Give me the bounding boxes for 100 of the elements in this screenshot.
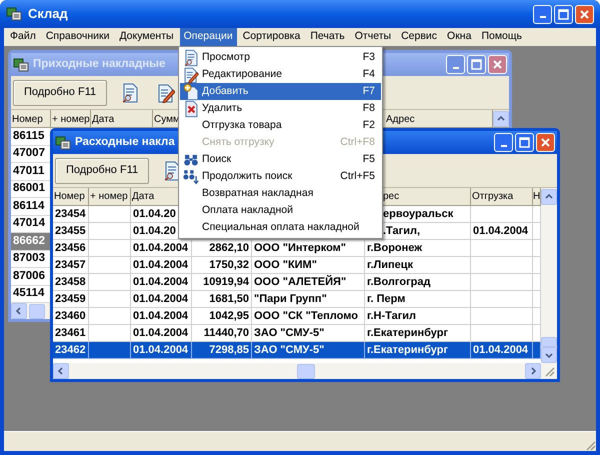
scroll-up-button[interactable] (493, 111, 509, 127)
table-cell[interactable]: 2862,10 (192, 240, 252, 257)
close-button[interactable] (488, 55, 507, 74)
table-cell[interactable] (89, 308, 131, 325)
table-cell[interactable]: 01.04.2004 (131, 257, 192, 274)
maximize-button[interactable] (515, 133, 534, 152)
minimize-button[interactable] (446, 55, 465, 74)
menu-item[interactable]: Файл (6, 28, 40, 46)
scroll-left-button[interactable] (53, 363, 69, 379)
table-cell[interactable] (89, 257, 131, 274)
scroll-thumb[interactable] (29, 304, 45, 318)
menu-item[interactable]: Добавить F7 (180, 83, 381, 100)
table-cell[interactable]: 23456 (53, 240, 89, 257)
table-cell[interactable]: 47014 (11, 216, 51, 233)
menu-item[interactable]: Окна (443, 28, 476, 46)
scroll-thumb[interactable] (297, 364, 315, 378)
table-cell[interactable]: 47007 (11, 146, 51, 163)
scroll-right-button[interactable] (525, 363, 541, 379)
table-cell[interactable]: 23454 (53, 206, 89, 223)
table-cell[interactable] (89, 206, 131, 223)
document-plus-icon (183, 83, 199, 100)
table-cell[interactable]: г.Воронеж (365, 240, 471, 257)
table-cell[interactable]: 47011 (11, 163, 51, 180)
table-cell[interactable]: 1681,50 (192, 291, 252, 308)
maximize-icon (558, 8, 569, 20)
menu-item[interactable]: Печать (306, 28, 349, 46)
menu-item[interactable]: Документы (115, 28, 178, 46)
details-button[interactable]: Подробно F11 (55, 158, 150, 184)
close-button[interactable] (536, 133, 555, 152)
table-cell[interactable]: 87006 (11, 268, 51, 286)
table-cell[interactable]: 7298,85 (192, 342, 252, 359)
menu-item[interactable]: Сортировка (238, 28, 304, 46)
table-cell[interactable]: 23460 (53, 308, 89, 325)
menu-item[interactable]: Редактирование F4 (180, 66, 381, 83)
table-cell[interactable] (89, 223, 131, 240)
menu-item[interactable]: Продолжить поиск Ctrl+F5 (180, 168, 381, 185)
table-cell[interactable]: ООО "Интерком" (252, 240, 365, 257)
menu-item[interactable]: Отчеты (350, 28, 396, 46)
table-cell[interactable]: 86114 (11, 198, 51, 216)
minimize-button[interactable] (494, 133, 513, 152)
table-cell[interactable]: 23455 (53, 223, 89, 240)
table-cell[interactable] (471, 206, 533, 223)
table-cell[interactable]: 86662 (11, 233, 51, 250)
table-cell[interactable]: ООО "КИМ" (252, 257, 365, 274)
window-title: Приходные накладные (33, 56, 166, 72)
table-cell[interactable]: 23462 (53, 342, 89, 359)
scroll-thumb[interactable] (541, 337, 557, 347)
table-cell[interactable]: 01.04.2004 (471, 223, 533, 240)
scroll-up-button[interactable] (541, 189, 557, 205)
table-cell[interactable]: 23458 (53, 274, 89, 291)
table-cell[interactable] (89, 274, 131, 291)
table-cell[interactable]: 86001 (11, 180, 51, 198)
table-cell[interactable]: г. Перм (365, 291, 471, 308)
table-cell[interactable]: ООО "АЛЕТЕЙЯ" (252, 274, 365, 291)
table-cell[interactable]: 10919,94 (192, 274, 252, 291)
table-cell[interactable]: 01.04.2004 (471, 342, 533, 359)
table-cell[interactable] (89, 342, 131, 359)
table-cell[interactable] (471, 291, 533, 308)
table-cell[interactable]: ЗАО "СМУ-5" (252, 342, 365, 359)
menu-item[interactable]: Справочники (42, 28, 114, 46)
menu-item[interactable]: Сервис (397, 28, 442, 46)
document-pencil-icon (183, 66, 199, 83)
menu-item[interactable]: Операции (180, 28, 237, 46)
menu-item[interactable]: Просмотр F3 (180, 49, 381, 66)
menu-item[interactable]: Помощь (477, 28, 526, 46)
table-cell[interactable]: г.Н-Тагил (365, 308, 471, 325)
table-cell[interactable]: 23459 (53, 291, 89, 308)
details-button[interactable]: Подробно F11 (13, 80, 108, 106)
table-cell[interactable]: г.Волгоград (365, 274, 471, 291)
app-icon (55, 134, 71, 150)
table-cell[interactable]: 1750,32 (192, 257, 252, 274)
table-cell[interactable]: 23457 (53, 257, 89, 274)
table-cell[interactable] (471, 257, 533, 274)
table-cell[interactable]: 1042,95 (192, 308, 252, 325)
table-cell[interactable] (89, 240, 131, 257)
table-cell[interactable]: 87003 (11, 250, 51, 268)
table-cell[interactable]: 86115 (11, 128, 51, 146)
table-cell[interactable]: 01.04.2004 (131, 240, 192, 257)
table-cell[interactable]: 01.04.2004 (131, 308, 192, 325)
table-cell[interactable]: 01.04.2004 (131, 291, 192, 308)
table-cell[interactable] (471, 274, 533, 291)
table-cell[interactable]: г.Екатеринбург (365, 342, 471, 359)
table-cell[interactable] (471, 240, 533, 257)
maximize-button[interactable] (554, 4, 573, 24)
scroll-down-button[interactable] (541, 347, 557, 363)
table-cell[interactable]: ООО "СК "Тепломо (252, 308, 365, 325)
table-cell[interactable]: 45114 (11, 286, 51, 303)
maximize-button[interactable] (467, 55, 486, 74)
close-button[interactable] (575, 4, 594, 24)
table-cell[interactable] (471, 308, 533, 325)
table-cell[interactable] (89, 291, 131, 308)
window-title: Склад (28, 5, 68, 24)
scroll-left-button[interactable] (11, 303, 27, 319)
table-cell[interactable]: 01.04.2004 (131, 274, 192, 291)
minimize-button[interactable] (533, 4, 552, 24)
table-cell[interactable]: "Пари Групп" (252, 291, 365, 308)
table-cell[interactable] (533, 342, 541, 359)
table-cell[interactable]: 01.04.2004 (131, 342, 192, 359)
table-cell[interactable]: г.Липецк (365, 257, 471, 274)
menu-item[interactable]: Поиск F5 (180, 151, 381, 168)
